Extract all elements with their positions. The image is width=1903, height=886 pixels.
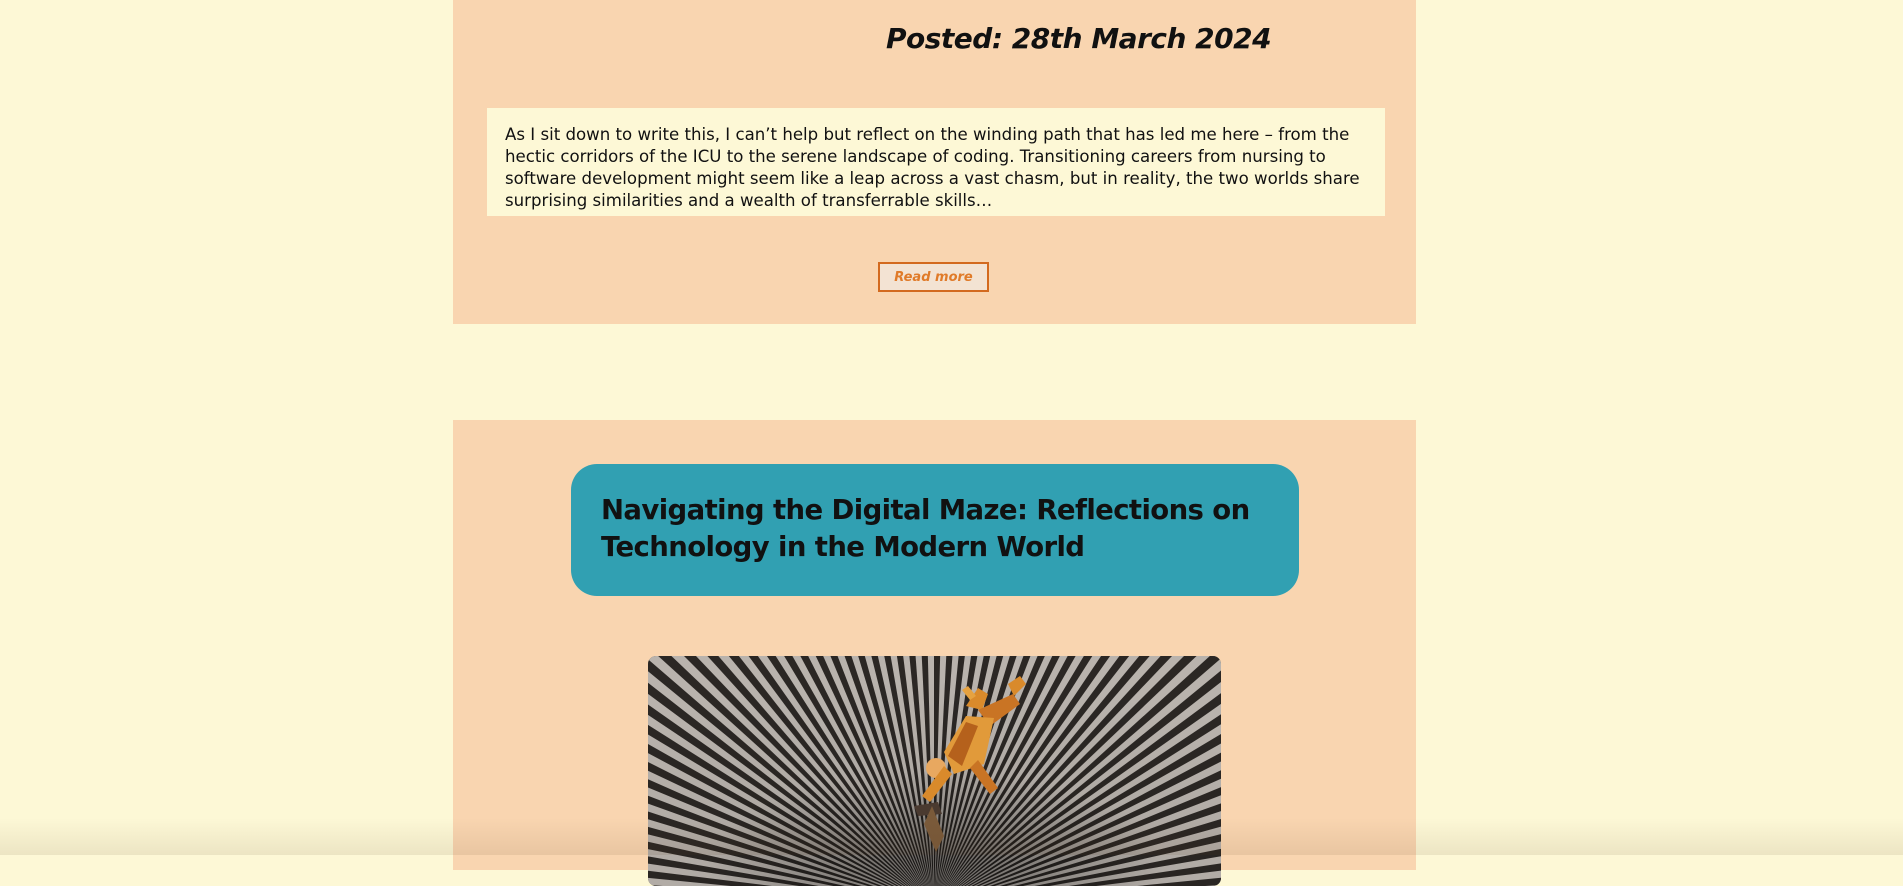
post-excerpt: As I sit down to write this, I can’t hel… [487,108,1385,216]
post-title-box: Navigating the Digital Maze: Reflections… [571,464,1299,596]
blog-post-card: Navigating the Digital Maze: Reflections… [453,420,1416,870]
blog-post-card: Posted: 28th March 2024 As I sit down to… [453,0,1416,324]
post-title[interactable]: Navigating the Digital Maze: Reflections… [601,492,1269,566]
post-hero-image [648,656,1221,886]
post-excerpt-text: As I sit down to write this, I can’t hel… [505,125,1360,210]
read-more-button[interactable]: Read more [878,262,989,292]
falling-man-illustration [648,656,1221,886]
post-date: Posted: 28th March 2024 [886,22,1271,55]
